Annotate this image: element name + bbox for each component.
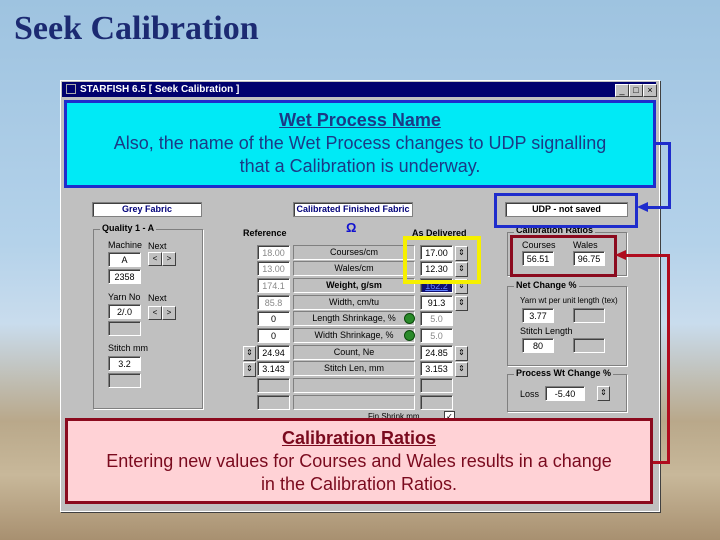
- loss-field[interactable]: -5.40: [545, 386, 585, 401]
- delivered-field[interactable]: 3.153: [420, 361, 453, 376]
- red-connector: [667, 254, 670, 464]
- yarn-extra-field[interactable]: [108, 321, 141, 336]
- calibrated-fabric-header: Calibrated Finished Fabric: [293, 202, 413, 217]
- delivered-spinner[interactable]: ⇕: [455, 346, 468, 361]
- ratios-callout-text: in the Calibration Ratios.: [260, 474, 458, 494]
- delivered-spinner[interactable]: ⇕: [455, 296, 468, 311]
- maximize-button[interactable]: □: [629, 84, 643, 97]
- reference-field[interactable]: 174.1: [257, 278, 290, 293]
- reference-empty-field: [257, 378, 290, 393]
- ratios-callout-title: Calibration Ratios: [281, 428, 437, 448]
- row-label: Wales/cm: [293, 261, 415, 276]
- row-label: Width, cm/tu: [293, 295, 415, 310]
- delivered-empty-field: [420, 395, 453, 410]
- stitch-extra-field[interactable]: [108, 373, 141, 388]
- wet-process-callout-text: that a Calibration is underway.: [239, 156, 481, 176]
- reference-field[interactable]: 0: [257, 328, 290, 343]
- calibrate-icon[interactable]: Ω: [346, 220, 356, 235]
- stitch-length-extra-field: [573, 338, 605, 353]
- machine-code-field[interactable]: 2358: [108, 269, 141, 284]
- delivered-field[interactable]: 5.0: [420, 328, 453, 343]
- yarn-wt-extra-field: [573, 308, 605, 323]
- reference-header: Reference: [243, 228, 287, 238]
- row-label: Length Shrinkage, %: [293, 311, 415, 326]
- loss-label: Loss: [520, 389, 540, 399]
- delivered-highlight: [403, 236, 481, 284]
- yarn-label: Yarn No: [108, 292, 141, 302]
- app-icon: [66, 84, 76, 95]
- machine-field[interactable]: A: [108, 252, 141, 267]
- row-label: Weight, g/sm: [293, 278, 415, 293]
- reference-field[interactable]: 3.143: [257, 361, 290, 376]
- blue-connector: [648, 206, 670, 209]
- reference-spinner[interactable]: ⇕: [243, 362, 256, 377]
- row-label: Count, Ne: [293, 345, 415, 360]
- target-icon[interactable]: [404, 313, 415, 324]
- reference-field[interactable]: 13.00: [257, 261, 290, 276]
- yarn-next-label: Next: [148, 293, 167, 303]
- window-titlebar: STARFISH 6.5 [ Seek Calibration ]: [62, 82, 656, 97]
- wet-process-callout: Wet Process Name Also, the name of the W…: [64, 100, 656, 188]
- reference-field[interactable]: 85.8: [257, 295, 290, 310]
- empty-label: [293, 395, 415, 410]
- red-connector: [626, 254, 670, 257]
- reference-field[interactable]: 0: [257, 311, 290, 326]
- reference-field[interactable]: 18.00: [257, 245, 290, 260]
- row-label: Courses/cm: [293, 245, 415, 260]
- delivered-field[interactable]: 24.85: [420, 345, 453, 360]
- delivered-field[interactable]: 5.0: [420, 311, 453, 326]
- reference-spinner[interactable]: ⇕: [243, 346, 256, 361]
- stitch-length-field[interactable]: 80: [522, 338, 554, 353]
- process-wt-title: Process Wt Change %: [514, 368, 614, 378]
- red-arrowhead-icon: [615, 250, 626, 260]
- wet-process-callout-text: Also, the name of the Wet Process change…: [113, 133, 607, 153]
- wet-process-callout-title: Wet Process Name: [279, 110, 441, 130]
- window-title: STARFISH 6.5 [ Seek Calibration ]: [80, 84, 240, 95]
- delivered-empty-field: [420, 378, 453, 393]
- target-icon[interactable]: [404, 330, 415, 341]
- machine-next-label: Next: [148, 241, 167, 251]
- yarn-field[interactable]: 2/.0: [108, 304, 141, 319]
- machine-label: Machine: [108, 240, 143, 250]
- ratios-callout-text: Entering new values for Courses and Wale…: [106, 451, 612, 471]
- row-label: Stitch Len, mm: [293, 361, 415, 376]
- delivered-field[interactable]: 91.3: [420, 295, 453, 310]
- stitch-label: Stitch mm: [108, 343, 149, 353]
- yarn-next-button[interactable]: >: [162, 306, 176, 320]
- calibration-ratios-callout: Calibration Ratios Entering new values f…: [65, 418, 653, 504]
- yarn-wt-field[interactable]: 3.77: [522, 308, 554, 323]
- reference-empty-field: [257, 395, 290, 410]
- yarn-wt-label: Yarn wt per unit length (tex): [520, 296, 618, 305]
- quality-group-title: Quality 1 - A: [100, 223, 157, 233]
- minimize-button[interactable]: _: [615, 84, 629, 97]
- row-label: Width Shrinkage, %: [293, 328, 415, 343]
- machine-next-button[interactable]: >: [162, 252, 176, 266]
- yarn-prev-button[interactable]: <: [148, 306, 162, 320]
- close-button[interactable]: ×: [643, 84, 657, 97]
- slide-title: Seek Calibration: [14, 10, 259, 47]
- delivered-spinner[interactable]: ⇕: [455, 362, 468, 377]
- grey-fabric-header: Grey Fabric: [92, 202, 202, 217]
- net-change-title: Net Change %: [514, 280, 579, 290]
- red-connector: [650, 461, 670, 464]
- machine-prev-button[interactable]: <: [148, 252, 162, 266]
- ratios-highlight: [510, 235, 617, 277]
- wet-process-highlight: [494, 193, 638, 228]
- blue-arrowhead-icon: [637, 202, 648, 212]
- reference-field[interactable]: 24.94: [257, 345, 290, 360]
- loss-spinner[interactable]: ⇕: [597, 386, 610, 401]
- empty-label: [293, 378, 415, 393]
- blue-connector: [668, 142, 671, 209]
- stitch-field[interactable]: 3.2: [108, 356, 141, 371]
- stitch-length-label: Stitch Length: [520, 326, 573, 336]
